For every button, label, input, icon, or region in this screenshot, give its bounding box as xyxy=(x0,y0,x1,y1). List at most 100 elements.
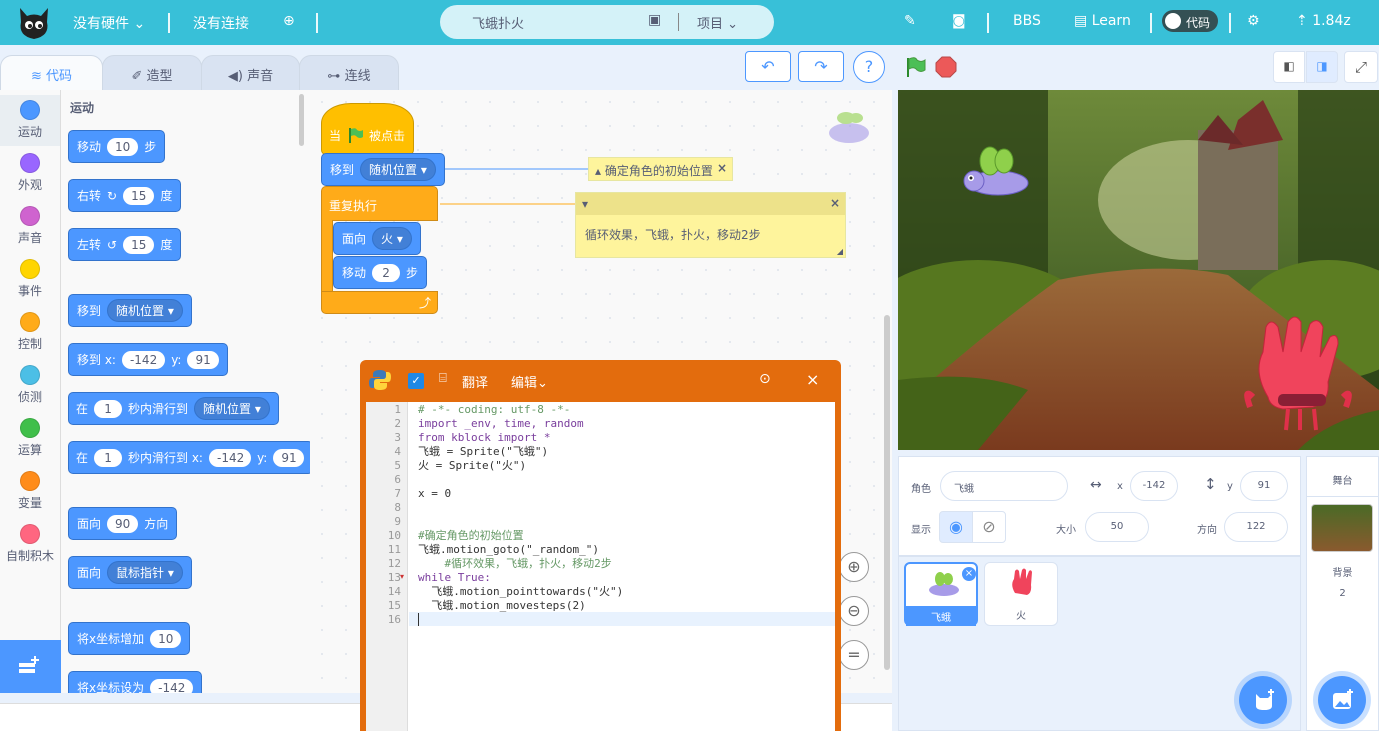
move-steps-block[interactable]: 移动 10 步 xyxy=(68,130,166,163)
stage-canvas[interactable] xyxy=(898,90,1379,450)
delete-sprite-icon[interactable]: × xyxy=(962,567,976,581)
show-sprite-button[interactable]: ◉ xyxy=(939,511,973,543)
y-input[interactable]: 91 xyxy=(273,448,304,467)
comment-collapsed[interactable]: ▴ 确定角色的初始位置 × xyxy=(588,157,733,181)
steps-input[interactable]: 10 xyxy=(107,137,139,156)
tab-wiring[interactable]: ⊶ 连线 xyxy=(299,55,399,90)
x-set-input[interactable]: -142 xyxy=(150,678,194,693)
gear-icon[interactable]: ⚙ xyxy=(1247,13,1260,29)
category-8[interactable]: 自制积木 xyxy=(0,519,60,570)
zoom-out-button[interactable]: ⊖ xyxy=(839,596,869,626)
close-icon[interactable]: × xyxy=(717,161,727,175)
save-icon[interactable]: ▣ xyxy=(648,12,661,28)
tab-costume[interactable]: ✐ 造型 xyxy=(102,55,202,90)
category-4[interactable]: 控制 xyxy=(0,307,60,358)
add-sprite-button[interactable] xyxy=(1239,676,1287,724)
sprite-card-moth[interactable]: × 飞蛾 xyxy=(904,562,978,626)
code-line[interactable]: 飞蛾 = Sprite("飞蛾") xyxy=(418,445,548,459)
collapse-comment-icon[interactable]: ▾ xyxy=(582,197,588,211)
palette-scrollbar[interactable] xyxy=(299,94,304,146)
script-point-towards-block[interactable]: 面向火 ▾ xyxy=(333,222,421,255)
degrees-input[interactable]: 15 xyxy=(123,186,155,205)
code-line[interactable]: from kblock import * xyxy=(418,431,550,445)
code-line[interactable]: #确定角色的初始位置 xyxy=(418,529,524,543)
translate-button[interactable]: 翻译 xyxy=(462,372,488,391)
bbs-link[interactable]: BBS xyxy=(1013,13,1041,29)
zoom-reset-button[interactable]: = xyxy=(839,640,869,670)
python-checkbox[interactable]: ✓ xyxy=(408,373,424,389)
undo-button[interactable]: ↶ xyxy=(745,51,791,82)
fullscreen-button[interactable]: ⤢ xyxy=(1344,51,1378,83)
sprite-card-fire[interactable]: 火 xyxy=(984,562,1058,626)
glide-dropdown[interactable]: 随机位置 ▾ xyxy=(194,397,270,420)
category-6[interactable]: 运算 xyxy=(0,413,60,464)
code-line[interactable]: x = 0 xyxy=(418,487,451,501)
x-input[interactable]: -142 xyxy=(1130,471,1178,501)
category-5[interactable]: 侦测 xyxy=(0,360,60,411)
direction-input[interactable]: 90 xyxy=(107,514,139,533)
turn-right-block[interactable]: 右转 ↻ 15 度 xyxy=(68,179,182,212)
connection-menu[interactable]: 没有连接 xyxy=(193,13,249,33)
script-goto-block[interactable]: 移到 随机位置 ▾ xyxy=(321,153,445,186)
kittenblock-logo[interactable] xyxy=(16,2,52,42)
change-x-block[interactable]: 将x坐标增加 10 xyxy=(68,622,191,655)
tab-code[interactable]: ≋ 代码 xyxy=(0,55,103,90)
close-icon[interactable]: × xyxy=(806,370,819,389)
code-toggle[interactable]: 代码 xyxy=(1162,10,1218,32)
code-line[interactable]: 火 = Sprite("火") xyxy=(418,459,526,473)
globe-icon[interactable]: ⊕ xyxy=(283,13,295,29)
direction-input[interactable]: 122 xyxy=(1224,512,1288,542)
project-name-input[interactable]: 飞蛾扑火 xyxy=(472,13,524,32)
project-menu[interactable]: 项目 ⌄ xyxy=(697,13,738,32)
glide-xy-block[interactable]: 在 1 秒内滑行到 x: -142 y: 91 xyxy=(68,441,310,474)
set-x-block[interactable]: 将x坐标设为 -142 xyxy=(68,671,203,693)
x-input[interactable]: -142 xyxy=(121,350,166,369)
resize-handle-icon[interactable]: ◢ xyxy=(837,247,843,256)
moth-sprite[interactable] xyxy=(960,145,1032,207)
goto-xy-block[interactable]: 移到 x: -142 y: 91 xyxy=(68,343,228,376)
x-input[interactable]: -142 xyxy=(208,448,252,467)
zoom-in-button[interactable]: ⊕ xyxy=(839,552,869,582)
script-move-block[interactable]: 移动 2 步 xyxy=(333,256,428,289)
code-line[interactable]: # -*- coding: utf-8 -*- xyxy=(418,403,570,417)
y-input[interactable]: 91 xyxy=(187,350,219,369)
version-info[interactable]: ⇡ 1.84z xyxy=(1296,13,1351,29)
edit-menu[interactable]: 编辑⌄ xyxy=(511,372,548,391)
add-extension-button[interactable] xyxy=(0,640,61,693)
close-icon[interactable]: × xyxy=(830,196,840,210)
run-icon[interactable]: ⊙ xyxy=(759,371,771,387)
comment-text[interactable]: 循环效果，飞蛾，扑火，移动2步 xyxy=(585,226,761,243)
stop-icon[interactable] xyxy=(934,55,958,79)
category-7[interactable]: 变量 xyxy=(0,466,60,517)
code-line[interactable]: #循环效果，飞蛾，扑火，移动2步 xyxy=(418,557,611,571)
y-input[interactable]: 91 xyxy=(1240,471,1288,501)
learn-link[interactable]: ▤ Learn xyxy=(1074,13,1131,29)
script-scrollbar[interactable] xyxy=(884,315,890,670)
hide-sprite-button[interactable]: ⊘ xyxy=(972,511,1006,543)
category-1[interactable]: 外观 xyxy=(0,148,60,199)
category-3[interactable]: 事件 xyxy=(0,254,60,305)
expand-comment-icon[interactable]: ▴ xyxy=(595,164,601,178)
goto-block[interactable]: 移到 随机位置 ▾ xyxy=(68,294,192,327)
code-line[interactable]: 飞蛾.motion_movesteps(2) xyxy=(418,599,585,613)
point-towards-block[interactable]: 面向 鼠标指针 ▾ xyxy=(68,556,192,589)
seconds-input[interactable]: 1 xyxy=(94,448,123,467)
size-input[interactable]: 50 xyxy=(1085,512,1149,542)
goto-dropdown[interactable]: 随机位置 ▾ xyxy=(107,299,183,322)
code-line[interactable]: 飞蛾.motion_pointtowards("火") xyxy=(418,585,623,599)
when-flag-clicked-block[interactable]: 当 被点击 xyxy=(321,103,414,155)
sprite-name-input[interactable]: 飞蛾 xyxy=(940,471,1068,501)
help-button[interactable]: ? xyxy=(853,51,885,83)
x-change-input[interactable]: 10 xyxy=(150,629,182,648)
code-line[interactable]: import _env, time, random xyxy=(418,417,584,431)
tab-sound[interactable]: ◀) 声音 xyxy=(201,55,300,90)
fold-arrow-icon[interactable]: ▾ xyxy=(400,572,404,581)
goto-dropdown[interactable]: 随机位置 ▾ xyxy=(360,158,436,181)
steps-input[interactable]: 2 xyxy=(372,263,401,282)
towards-dropdown[interactable]: 火 ▾ xyxy=(372,227,412,250)
code-line[interactable]: while True: xyxy=(418,571,491,585)
small-stage-button[interactable]: ◧ xyxy=(1273,51,1305,83)
towards-dropdown[interactable]: 鼠标指针 ▾ xyxy=(107,561,183,584)
fire-glove-sprite[interactable] xyxy=(1238,312,1358,437)
redo-button[interactable]: ↷ xyxy=(798,51,844,82)
